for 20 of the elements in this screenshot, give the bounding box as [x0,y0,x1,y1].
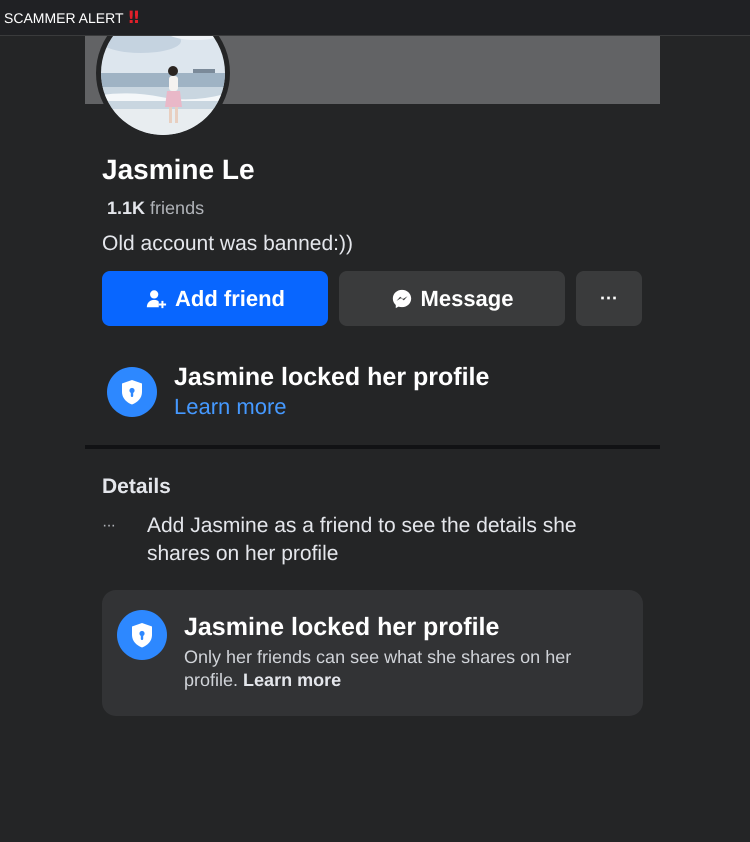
more-button[interactable]: ··· [576,271,642,326]
details-heading: Details [102,475,172,499]
learn-more-link[interactable]: Learn more [243,670,342,690]
lock-card-title: Jasmine locked her profile [184,613,500,642]
messenger-icon [390,288,413,310]
shield-lock-icon [117,610,167,660]
lock-card-text: Only her friends can see what she shares on her profile. Learn more [184,646,572,692]
dots-icon: ··· [102,512,127,568]
add-friend-button[interactable]: Add friend [102,271,328,326]
message-button[interactable]: Message [339,271,565,326]
profile-bio: Old account was banned:)) [102,232,354,256]
profile-name: Jasmine Le [102,154,256,186]
friend-count[interactable]: 1.1K friends [102,198,643,219]
post-caption: SCAMMER ALERT [4,10,124,26]
lock-notice-title: Jasmine locked her profile [174,363,490,392]
learn-more-link[interactable]: Learn more [174,394,490,420]
shield-lock-icon [107,366,157,416]
details-text: Add Jasmine as a friend to see the details she shares on her profile [147,513,578,567]
add-person-icon [145,288,167,310]
exclamation-icon: ‼ [128,8,140,28]
